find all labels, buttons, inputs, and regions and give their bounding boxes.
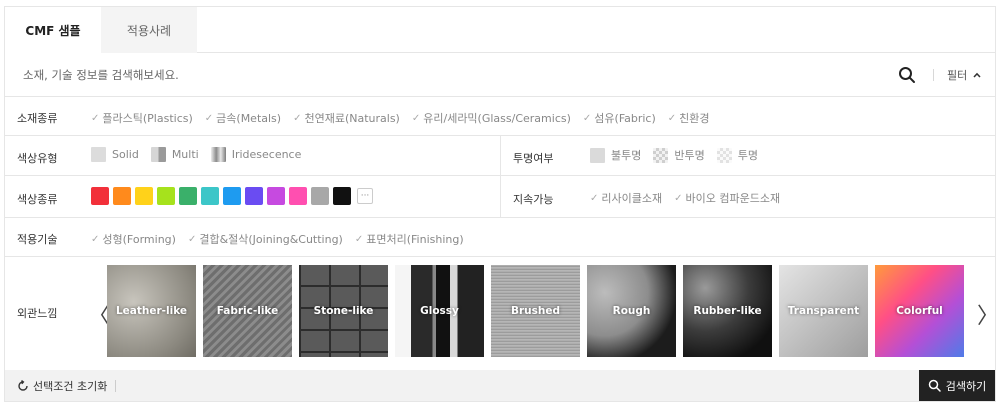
check-icon: ✓	[91, 233, 100, 245]
tab-cmf-sample[interactable]: CMF 샘플	[5, 7, 101, 53]
color-swatch-indigo[interactable]	[245, 187, 263, 205]
color-swatch-pink[interactable]	[289, 187, 307, 205]
material-option-naturals[interactable]: ✓ 천연재료(Naturals)	[293, 110, 400, 126]
row-divider	[500, 136, 501, 176]
search-divider	[933, 69, 934, 81]
solid-swatch-icon	[91, 147, 106, 162]
search-input[interactable]	[23, 67, 823, 82]
tech-option-forming[interactable]: ✓ 성형(Forming)	[91, 231, 176, 247]
filter-row-material: 소재종류 ✓ 플라스틱(Plastics) ✓ 금속(Metals) ✓ 천연재료(N…	[5, 97, 995, 136]
appearance-tile-rubber[interactable]: Rubber-like	[683, 265, 772, 357]
color-swatch-orange[interactable]	[113, 187, 131, 205]
transparent-swatch-icon	[716, 147, 732, 163]
multi-swatch-icon	[150, 147, 166, 162]
cmf-filter-panel: CMF 샘플 적용사례 필터 소재종류 ✓플라스틱(Plastics) ✓금속(…	[4, 6, 997, 402]
appearance-tile-stone[interactable]: Stone-like	[299, 265, 388, 357]
check-icon: ✓	[204, 112, 214, 124]
material-options: ✓ 플라스틱(Plastics) ✓ 금속(Metals) ✓ 천연재료(Natura…	[91, 110, 722, 126]
appearance-tile-transparent[interactable]: Transparent	[779, 265, 868, 357]
action-bar-divider	[115, 380, 116, 392]
color-swatch-red[interactable]	[91, 187, 109, 205]
tech-label: 적용기술	[17, 233, 58, 246]
tech-options: ✓ 성형(Forming) ✓ 결합&절삭(Joining&Cutting) ✓ 표면…	[91, 231, 476, 247]
search-row: 필터	[5, 53, 995, 97]
check-icon: ✓	[187, 233, 197, 245]
color-swatch-yellow[interactable]	[135, 187, 153, 205]
appearance-tile-rough[interactable]: Rough	[587, 265, 676, 357]
color-type-options: Solid Multi Iridesecence	[91, 147, 313, 162]
check-icon: ✓	[91, 112, 100, 124]
reset-filters-label: 선택조건 초기화	[33, 380, 108, 393]
carousel-next-button[interactable]: 〉	[977, 298, 997, 330]
color-swatch-blue[interactable]	[223, 187, 241, 205]
row-divider	[500, 176, 501, 218]
sustainability-recycled[interactable]: ✓ 리사이클소재	[590, 190, 662, 206]
sustainability-bio-compound[interactable]: ✓ 바이오 컴파운드소재	[674, 190, 780, 206]
appearance-tile-glossy[interactable]: Glossy	[395, 265, 484, 357]
color-type-label: 색상유형	[17, 152, 58, 165]
check-icon: ✓	[674, 192, 683, 204]
opaque-swatch-icon	[590, 147, 605, 163]
sustainability-label: 지속가능	[513, 193, 554, 206]
filter-row-color-type: 색상유형 Solid Multi Iridesecence 투명여부 불투명 반…	[5, 136, 995, 176]
transparency-semi[interactable]: 반투명	[653, 147, 705, 163]
appearance-tile-colorful[interactable]: Colorful	[875, 265, 964, 357]
search-icon[interactable]	[898, 66, 916, 84]
transparency-options: 불투명 반투명 투명	[590, 147, 770, 163]
check-icon: ✓	[354, 233, 364, 245]
color-swatch-green[interactable]	[179, 187, 197, 205]
filter-toggle-button[interactable]: 필터	[947, 67, 981, 83]
tech-option-joining-cutting[interactable]: ✓ 결합&절삭(Joining&Cutting)	[188, 231, 343, 247]
search-icon	[928, 379, 941, 392]
color-type-multi[interactable]: Multi	[150, 147, 199, 162]
action-bar: 선택조건 초기화 검색하기	[5, 370, 995, 401]
material-label: 소재종류	[17, 112, 58, 125]
material-option-fabric[interactable]: ✓ 섬유(Fabric)	[583, 110, 656, 126]
sustainability-options: ✓ 리사이클소재 ✓ 바이오 컴파운드소재	[590, 190, 792, 206]
tech-option-finishing[interactable]: ✓ 표면처리(Finishing)	[355, 231, 464, 247]
appearance-label: 외관느낌	[17, 307, 58, 320]
color-swatch-teal[interactable]	[201, 187, 219, 205]
filter-row-tech: 적용기술 ✓ 성형(Forming) ✓ 결합&절삭(Joining&Cutting…	[5, 218, 995, 257]
check-icon: ✓	[411, 112, 421, 124]
appearance-tile-fabric[interactable]: Fabric-like	[203, 265, 292, 357]
chevron-up-icon	[973, 72, 981, 78]
semi-transparent-swatch-icon	[653, 147, 669, 163]
search-submit-button[interactable]: 검색하기	[919, 370, 995, 401]
check-icon: ✓	[582, 112, 592, 124]
reset-filters-button[interactable]: 선택조건 초기화	[17, 378, 107, 394]
search-submit-label: 검색하기	[945, 379, 987, 393]
material-option-eco[interactable]: ✓ 친환경	[668, 110, 710, 126]
color-swatch-list: ···	[91, 187, 373, 205]
color-swatch-lime[interactable]	[157, 187, 175, 205]
appearance-tiles: Leather-like Fabric-like Stone-like Glos…	[107, 265, 969, 357]
more-colors-button[interactable]: ···	[357, 188, 373, 204]
color-swatch-gray[interactable]	[311, 187, 329, 205]
check-icon: ✓	[293, 112, 302, 124]
color-swatch-purple[interactable]	[267, 187, 285, 205]
transparency-opaque[interactable]: 불투명	[590, 147, 641, 163]
iridescence-swatch-icon	[210, 147, 226, 162]
color-swatch-black[interactable]	[333, 187, 351, 205]
color-type-solid[interactable]: Solid	[91, 147, 139, 162]
color-kind-label: 색상종류	[17, 193, 58, 206]
color-type-iridescence[interactable]: Iridesecence	[210, 147, 301, 162]
transparency-label: 투명여부	[513, 152, 554, 165]
tab-bar: CMF 샘플 적용사례	[5, 7, 995, 53]
appearance-tile-leather[interactable]: Leather-like	[107, 265, 196, 357]
filter-toggle-label: 필터	[947, 69, 968, 82]
refresh-icon	[18, 380, 28, 391]
check-icon: ✓	[667, 112, 677, 124]
material-option-metals[interactable]: ✓ 금속(Metals)	[205, 110, 281, 126]
appearance-tile-brushed[interactable]: Brushed	[491, 265, 580, 357]
material-option-glass-ceramics[interactable]: ✓ 유리/세라믹(Glass/Ceramics)	[412, 110, 571, 126]
filter-row-color-kind: 색상종류 ··· 지속가능 ✓ 리사이클소재 ✓ 바이오 컴파운드소재	[5, 176, 995, 218]
tab-application-cases[interactable]: 적용사례	[101, 7, 197, 53]
transparency-clear[interactable]: 투명	[716, 147, 758, 163]
filter-row-appearance: 외관느낌 〈 Leather-like Fabric-like Stone-li…	[5, 257, 997, 370]
check-icon: ✓	[590, 192, 599, 204]
material-option-plastics[interactable]: ✓ 플라스틱(Plastics)	[91, 110, 193, 126]
